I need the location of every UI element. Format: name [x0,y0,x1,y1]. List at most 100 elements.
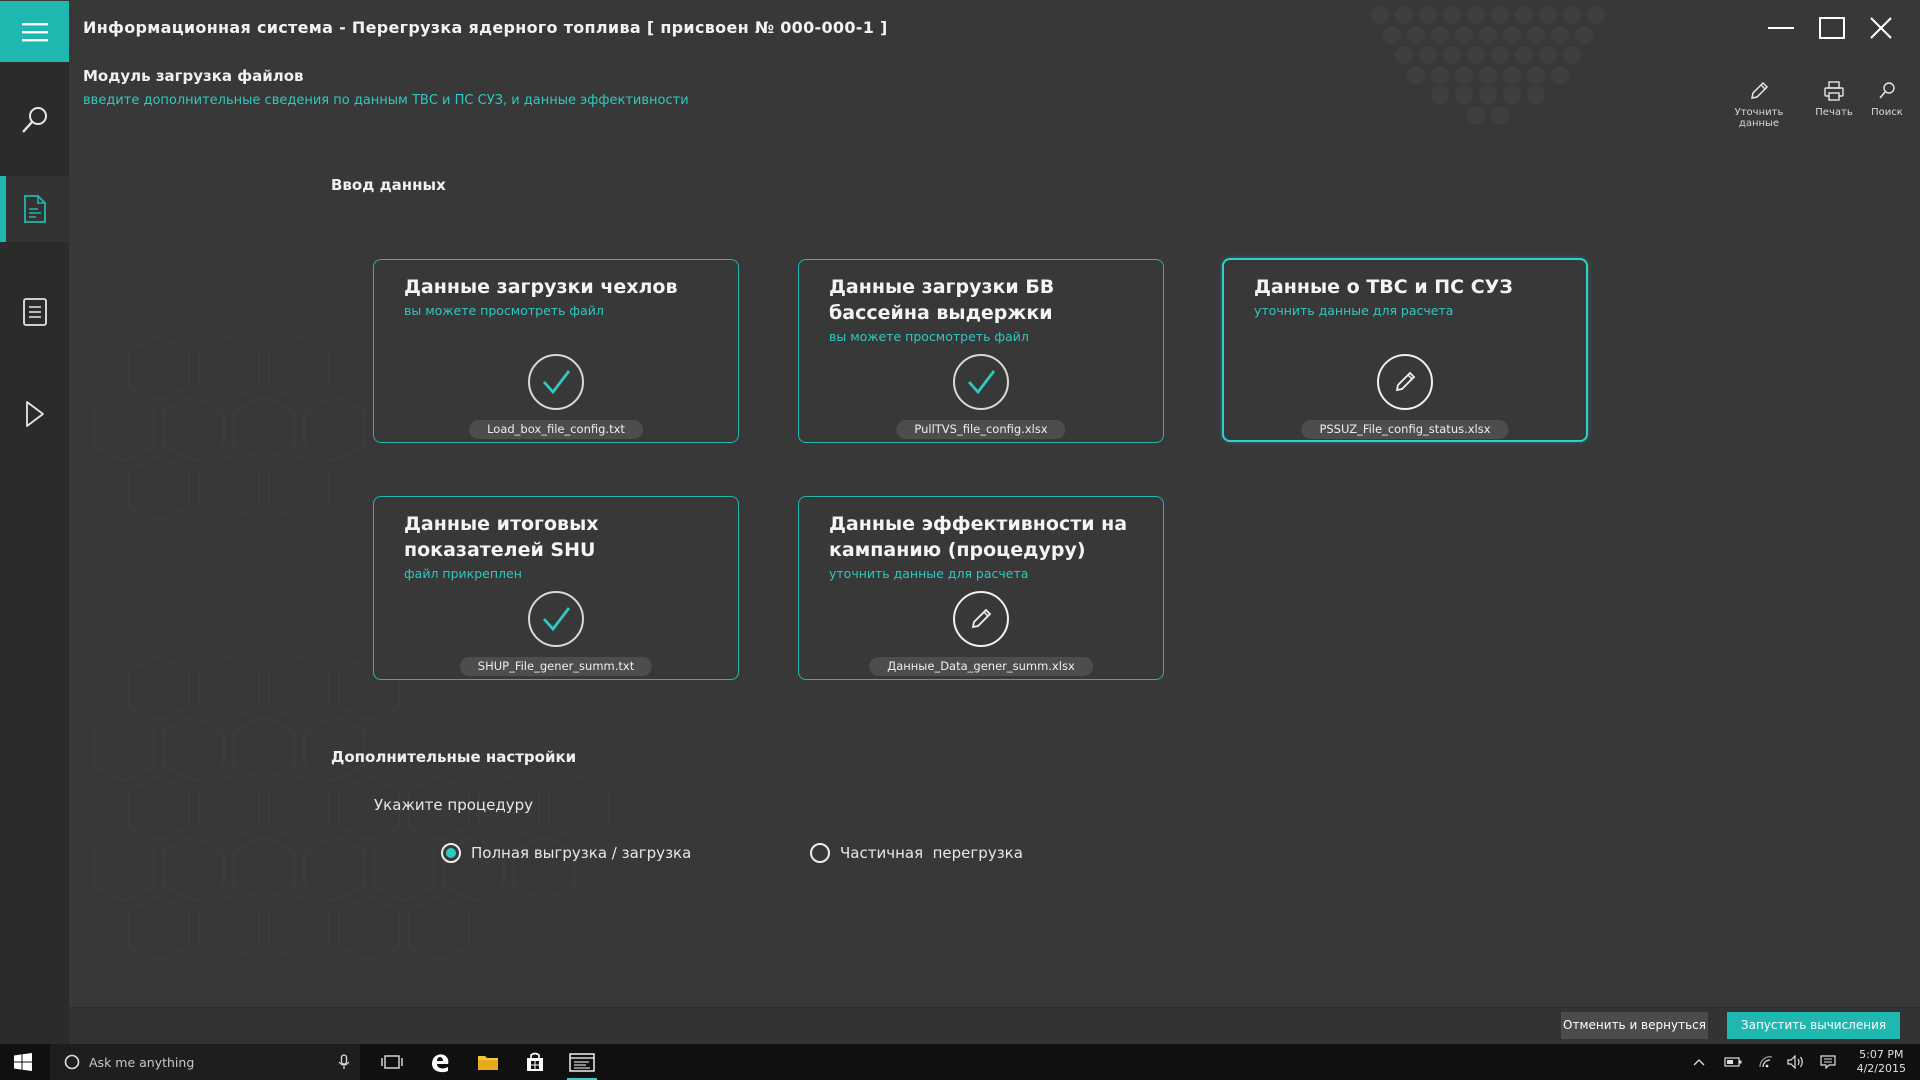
file-name-badge[interactable]: Данные_Data_gener_summ.xlsx [869,657,1093,676]
check-icon [542,370,571,395]
folder-icon [478,1056,498,1070]
play-icon [25,401,44,427]
radio-label: Полная выгрузка / загрузка [471,844,692,862]
search-tool-button[interactable]: Поиск [1861,79,1913,118]
card-title: Данные загрузки БВ бассейна выдержки [829,276,1055,324]
task-view-button[interactable] [369,1044,415,1080]
hamburger-icon [21,22,48,41]
window-title: Информационная система - Перегрузка ядер… [83,18,888,37]
pencil-icon [1751,81,1769,99]
taskbar-file-explorer[interactable] [465,1044,511,1080]
status-check [953,354,1009,410]
start-button[interactable] [0,1044,46,1080]
run-calculation-button[interactable]: Запустить вычисления [1727,1012,1900,1039]
store-icon [527,1052,543,1071]
edit-data-button[interactable]: Уточнить данные [1719,79,1799,129]
radio-button-selected[interactable] [441,843,461,863]
volume-control[interactable] [1784,1044,1808,1080]
app-window: Информационная система - Перегрузка ядер… [0,0,1920,1045]
action-center[interactable] [1816,1044,1840,1080]
input-section-title: Ввод данных [331,176,446,194]
system-clock[interactable]: 5:07 PM 4/2/2015 [1857,1048,1906,1076]
radio-button[interactable] [810,843,830,863]
search-icon [1879,82,1895,99]
maximize-icon [1819,17,1845,39]
edit-data-label: Уточнить данные [1734,107,1784,129]
radio-full-reload[interactable]: Полная выгрузка / загрузка [441,843,691,863]
card-subtitle-link[interactable]: уточнить данные для расчета [829,566,1028,581]
document-icon [23,195,46,223]
title-bar: Информационная система - Перегрузка ядер… [69,1,1920,57]
settings-section-title: Дополнительные настройки [331,748,577,766]
file-name-badge[interactable]: PullTVS_file_config.xlsx [896,420,1066,439]
status-edit [1377,354,1433,410]
sidebar-item-documents[interactable] [0,176,69,242]
minimize-icon [1768,27,1794,29]
file-name-badge[interactable]: PSSUZ_File_config_status.xlsx [1301,420,1509,439]
pencil-icon [1395,371,1416,392]
network-status[interactable] [1754,1044,1778,1080]
taskbar: Ask me anything 5:07 PM 4/2/2015 [0,1044,1920,1080]
task-view-icon [381,1055,403,1069]
sidebar-item-list[interactable] [0,279,69,345]
clock-time: 5:07 PM [1859,1048,1904,1061]
speaker-icon [1787,1055,1803,1069]
wifi-icon [1759,1056,1773,1068]
card-title: Данные итоговых показателей SHU [404,513,599,561]
radio-partial-reload[interactable]: Частичная перегрузка [810,843,1023,863]
card-shu-indicators[interactable]: Данные итоговых показателей SHU файл при… [373,496,739,680]
minimize-button[interactable] [1761,11,1801,45]
taskbar-active-app[interactable] [559,1044,605,1080]
chevron-up-icon [1693,1059,1705,1066]
procedure-label: Укажите процедуру [374,796,533,814]
clock-date: 4/2/2015 [1856,1062,1906,1075]
windows-icon [14,1053,32,1071]
card-title: Данные о ТВС и ПС СУЗ [1254,276,1513,298]
card-tvs-ps-suz[interactable]: Данные о ТВС и ПС СУЗ уточнить данные дл… [1222,258,1588,442]
pencil-icon [971,608,992,629]
search-tool-label: Поиск [1871,107,1903,118]
menu-button[interactable] [0,1,69,62]
file-name-badge[interactable]: Load_box_file_config.txt [469,420,643,439]
status-check [528,591,584,647]
close-icon [1870,17,1892,39]
card-pool-loading[interactable]: Данные загрузки БВ бассейна выдержки вы … [798,259,1164,443]
list-icon [22,298,47,326]
check-icon [542,607,571,632]
taskbar-search-placeholder: Ask me anything [89,1054,195,1070]
sidebar-item-run[interactable] [0,381,69,447]
battery-status[interactable] [1721,1044,1745,1080]
printer-icon [1824,81,1844,101]
status-edit [953,591,1009,647]
cancel-button[interactable]: Отменить и вернуться [1561,1012,1708,1039]
card-subtitle-link[interactable]: уточнить данные для расчета [1254,303,1453,318]
card-title: Данные загрузки чехлов [404,276,678,298]
edge-icon [432,1054,449,1073]
cortana-icon [64,1054,80,1070]
card-campaign-efficiency[interactable]: Данные эффективности на кампанию (процед… [798,496,1164,680]
module-title: Модуль загрузка файлов [83,67,304,85]
card-title: Данные эффективности на кампанию (процед… [829,513,1128,561]
search-icon [21,107,47,133]
taskbar-search[interactable]: Ask me anything [50,1044,360,1080]
card-subtitle-link[interactable]: файл прикреплен [404,566,522,581]
module-subtitle: введите дополнительные сведения по данны… [83,93,689,108]
show-hidden-icons[interactable] [1688,1044,1710,1080]
microphone-icon [338,1054,350,1069]
card-subtitle-link[interactable]: вы можете просмотреть файл [404,303,604,318]
taskbar-store[interactable] [512,1044,558,1080]
card-subtitle-link[interactable]: вы можете просмотреть файл [829,329,1029,344]
notification-icon [1820,1055,1836,1069]
close-button[interactable] [1861,11,1901,45]
status-check [528,354,584,410]
check-icon [967,370,996,395]
file-name-badge[interactable]: SHUP_File_gener_summ.txt [459,657,653,676]
taskbar-edge[interactable] [417,1044,463,1080]
app-window-icon [569,1053,595,1072]
side-navigation [0,1,69,1045]
sidebar-item-search[interactable] [0,87,69,153]
card-load-boxes[interactable]: Данные загрузки чехлов вы можете просмот… [373,259,739,443]
maximize-button[interactable] [1812,11,1852,45]
radio-label: Частичная перегрузка [840,844,1023,862]
battery-icon [1724,1057,1742,1067]
